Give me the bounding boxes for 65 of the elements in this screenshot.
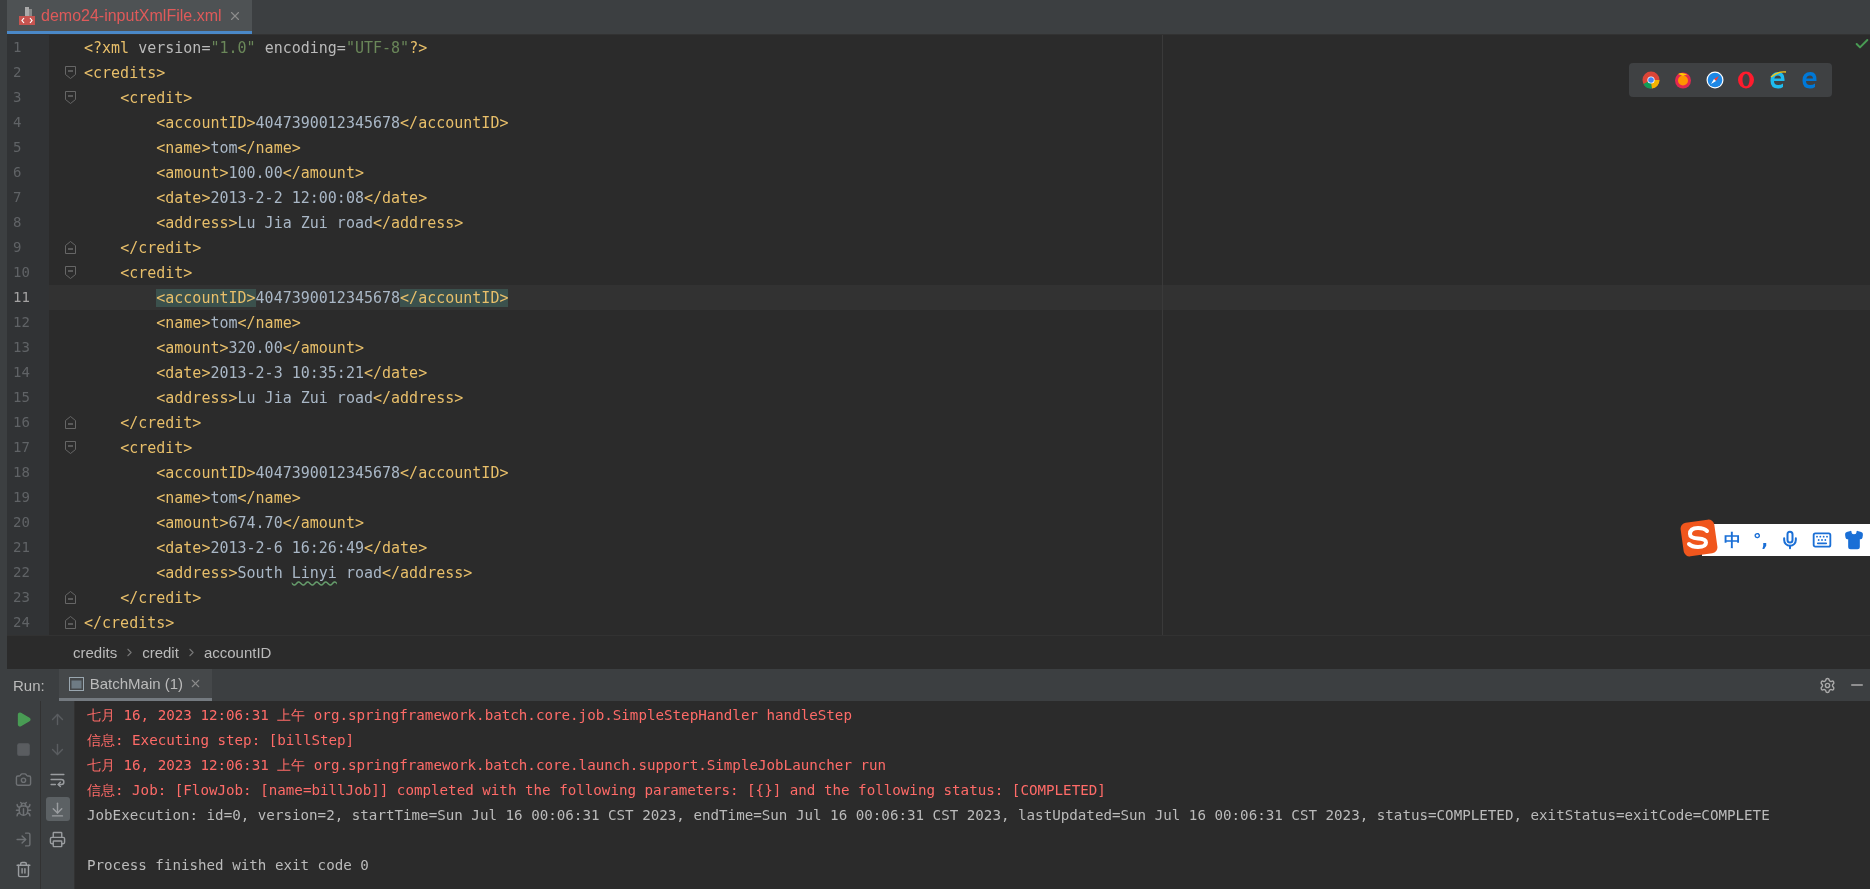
internet-explorer-icon[interactable] <box>1769 71 1788 89</box>
console-line: 七月 16, 2023 12:06:31 上午 org.springframework.batch.core.launch.support.SimpleJobLauncher run <box>87 756 888 775</box>
trash-icon[interactable] <box>15 860 32 878</box>
code-line: </credit> <box>119 588 202 607</box>
run-tab[interactable]: BatchMain (1) <box>58 669 213 701</box>
code-line: <amount>674.70</amount> <box>155 513 364 532</box>
code-line: </credit> <box>119 413 202 432</box>
chrome-icon[interactable] <box>1641 71 1660 89</box>
firefox-icon[interactable] <box>1673 71 1692 89</box>
code-line: <address>Lu Jia Zui road</address> <box>155 213 464 232</box>
code-line: <accountID>4047390012345678</accountID> <box>155 463 509 482</box>
console-line: 七月 16, 2023 12:06:31 上午 org.springframework.batch.core.job.SimpleStepHandler handleStep <box>87 706 853 725</box>
breadcrumb[interactable]: credits <box>73 643 118 661</box>
code-line: <credit> <box>119 438 193 457</box>
code-line: <credit> <box>119 88 193 107</box>
code-line: <name>tom</name> <box>155 488 301 507</box>
console-line: 信息: Executing step: [billStep] <box>87 731 356 750</box>
fold-marker-icon[interactable] <box>65 266 76 279</box>
code-line: </credits> <box>84 613 175 632</box>
ime-logo-icon[interactable] <box>1680 519 1718 557</box>
stop-icon[interactable] <box>16 741 31 757</box>
printer-icon[interactable] <box>49 830 66 848</box>
compass-icon[interactable] <box>1705 71 1724 89</box>
code-line: <accountID>4047390012345678</accountID> <box>155 288 509 307</box>
play-icon[interactable] <box>15 710 32 728</box>
opera-icon[interactable] <box>1737 71 1756 89</box>
camera-icon[interactable] <box>15 770 32 788</box>
code-line: <name>tom</name> <box>155 313 301 332</box>
settings-icon[interactable] <box>1819 676 1836 694</box>
fold-marker-icon[interactable] <box>65 591 76 604</box>
fold-marker-icon[interactable] <box>65 66 76 79</box>
code-line: <date>2013-2-6 16:26:49</date> <box>155 538 428 557</box>
fold-marker-icon[interactable] <box>65 441 76 454</box>
code-line: <credit> <box>119 263 193 282</box>
code-line: <date>2013-2-2 12:00:08</date> <box>155 188 428 207</box>
breadcrumb[interactable]: credit <box>142 643 179 661</box>
ime-symbol[interactable]: °, <box>1753 530 1768 550</box>
console-line: 信息: Job: [FlowJob: [name=billJob]] completed with the following parameters: [{}] and the following status: [COMPLETED] <box>87 781 1107 800</box>
xml-file-icon <box>19 6 35 25</box>
keyboard-icon[interactable] <box>1811 530 1832 550</box>
fold-marker-icon[interactable] <box>65 241 76 254</box>
code-line: <address>South Linyi road</address> <box>155 563 473 582</box>
code-line: <name>tom</name> <box>155 138 301 157</box>
code-line: </credit> <box>119 238 202 257</box>
code-line: <accountID>4047390012345678</accountID> <box>155 113 509 132</box>
fold-marker-icon[interactable] <box>65 416 76 429</box>
code-line: <?xml version="1.0" encoding="UTF-8"?> <box>84 38 428 57</box>
console-line: Process finished with exit code 0 <box>87 856 370 875</box>
code-line: <date>2013-2-3 10:35:21</date> <box>155 363 428 382</box>
scroll-to-end-icon <box>49 800 66 818</box>
scroll-to-end-button[interactable] <box>45 797 70 821</box>
bug-icon[interactable] <box>15 800 32 818</box>
fold-marker-icon[interactable] <box>65 616 76 629</box>
fold-marker-icon[interactable] <box>65 91 76 104</box>
code-line: <amount>100.00</amount> <box>155 163 364 182</box>
console-icon <box>68 676 84 691</box>
breadcrumb[interactable]: accountID <box>203 643 272 661</box>
shirt-icon[interactable] <box>1843 530 1864 550</box>
code-line: <amount>320.00</amount> <box>155 338 364 357</box>
ime-symbol[interactable]: 中 <box>1724 528 1741 552</box>
code-line: <credits> <box>84 63 166 82</box>
run-label: Run: <box>13 676 45 694</box>
console-line: JobExecution: id=0, version=2, startTime=Sun Jul 16 00:06:31 CST 2023, endTime=Sun Jul 16 00:06:31 CST 2023, lastUpdated=Sun Jul 16 00:06:31 CST 2023, status=COMPLETED, exitStatus=exitCode=COMPLETE <box>87 806 1771 825</box>
code-line: <address>Lu Jia Zui road</address> <box>155 388 464 407</box>
login-icon[interactable] <box>15 830 32 848</box>
